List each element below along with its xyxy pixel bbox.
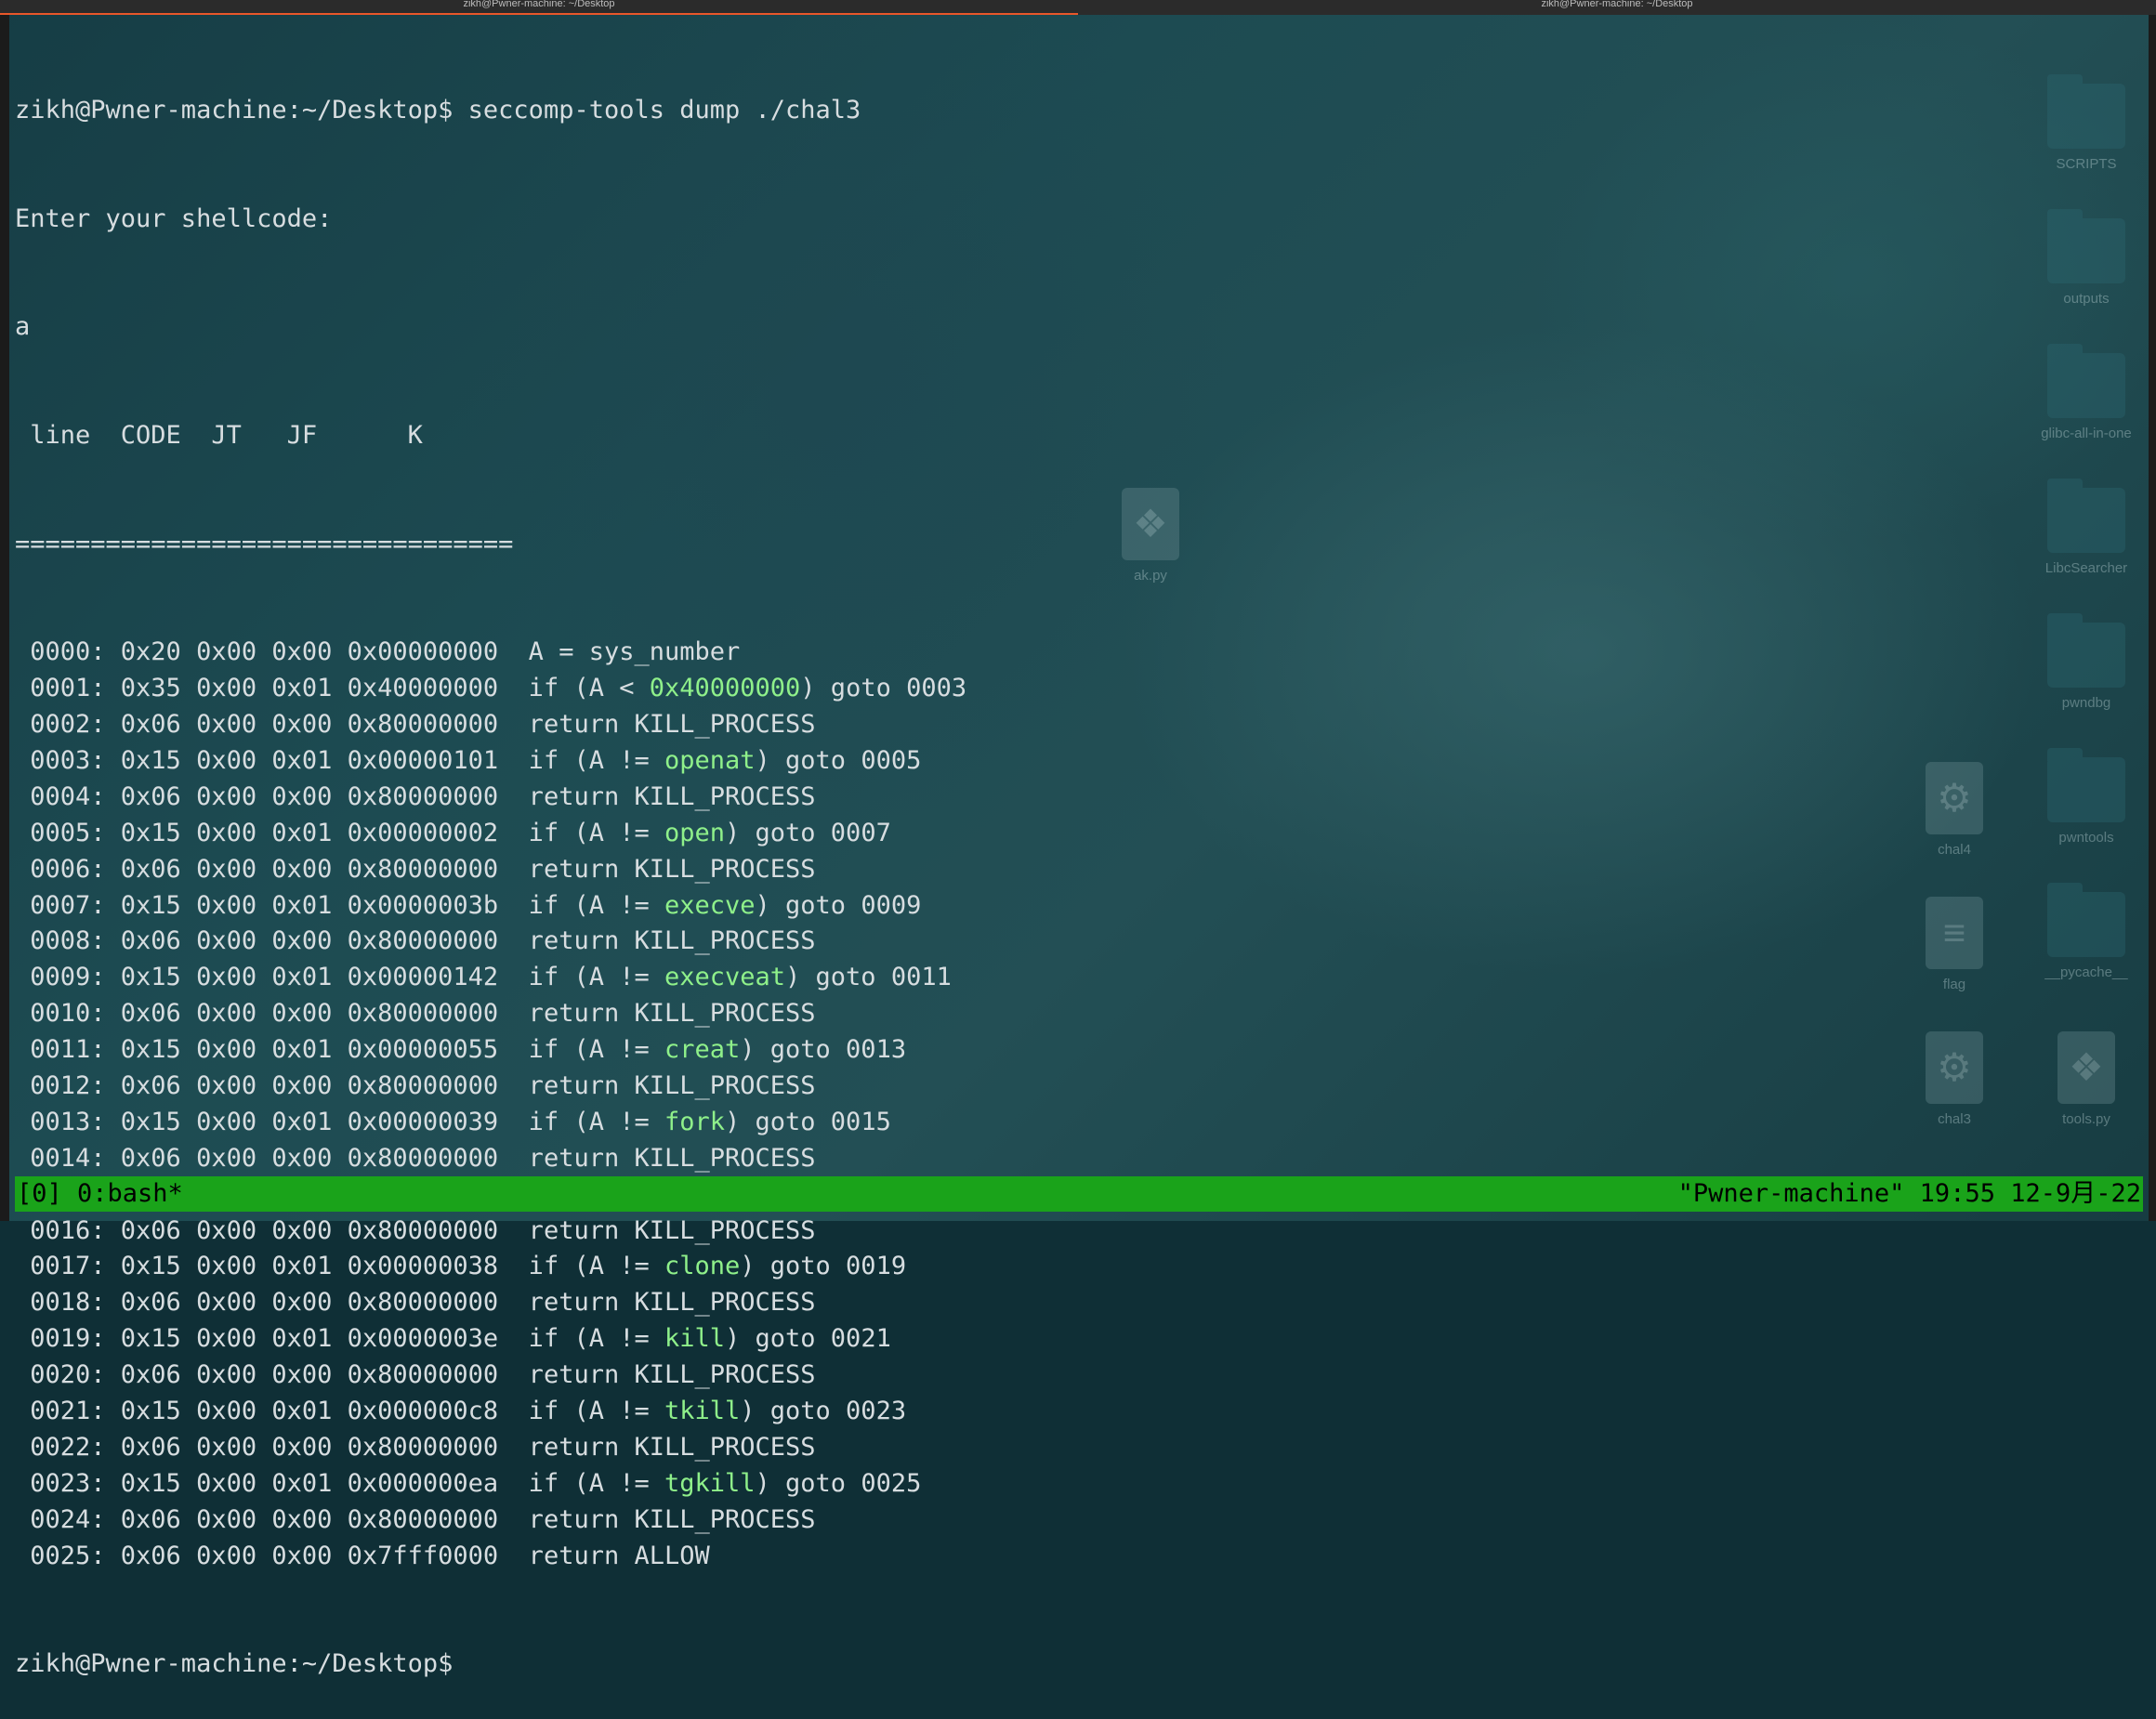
bpf-row-text: 0014: 0x06 0x00 0x00 0x80000000 return K… — [15, 1143, 816, 1173]
bpf-row-text: 0006: 0x06 0x00 0x00 0x80000000 return K… — [15, 854, 816, 884]
bpf-row: 0021: 0x15 0x00 0x01 0x000000c8 if (A !=… — [15, 1394, 2134, 1430]
terminal-tab-strip: zikh@Pwner-machine: ~/Desktop zikh@Pwner… — [0, 0, 2156, 15]
bpf-row-text: 0016: 0x06 0x00 0x00 0x80000000 return K… — [15, 1215, 816, 1245]
command-line: zikh@Pwner-machine:~/Desktop$ seccomp-to… — [15, 95, 861, 125]
bpf-row: 0005: 0x15 0x00 0x01 0x00000002 if (A !=… — [15, 816, 2134, 852]
syscall-highlight: execve — [664, 890, 756, 920]
bpf-row-text: 0011: 0x15 0x00 0x01 0x00000055 if (A != — [15, 1035, 664, 1065]
bpf-row: 0019: 0x15 0x00 0x01 0x0000003e if (A !=… — [15, 1321, 2134, 1358]
bpf-row-text: 0002: 0x06 0x00 0x00 0x80000000 return K… — [15, 710, 816, 740]
bpf-row-goto: ) goto 0019 — [740, 1252, 907, 1281]
bpf-row-text: 0018: 0x06 0x00 0x00 0x80000000 return K… — [15, 1288, 816, 1318]
bpf-row-text: 0022: 0x06 0x00 0x00 0x80000000 return K… — [15, 1432, 816, 1462]
bpf-row-text: 0024: 0x06 0x00 0x00 0x80000000 return K… — [15, 1504, 816, 1534]
bpf-row: 0014: 0x06 0x00 0x00 0x80000000 return K… — [15, 1141, 2134, 1177]
bpf-row: 0013: 0x15 0x00 0x01 0x00000039 if (A !=… — [15, 1105, 2134, 1141]
syscall-highlight: open — [664, 818, 726, 847]
terminal-tab-1[interactable]: zikh@Pwner-machine: ~/Desktop — [0, 0, 1078, 15]
bpf-row-text: 0007: 0x15 0x00 0x01 0x0000003b if (A != — [15, 890, 664, 920]
bpf-row-text: 0003: 0x15 0x00 0x01 0x00000101 if (A != — [15, 746, 664, 775]
tmux-status-bar: [0] 0:bash* "Pwner-machine" 19:55 12-9月-… — [15, 1176, 2143, 1212]
syscall-highlight: creat — [664, 1035, 741, 1065]
bpf-row-goto: ) goto 0025 — [755, 1468, 922, 1498]
terminal-tab-2[interactable]: zikh@Pwner-machine: ~/Desktop — [1078, 0, 2156, 15]
bpf-row-text: 0000: 0x20 0x00 0x00 0x00000000 A = sys_… — [15, 637, 741, 667]
bpf-row: 0024: 0x06 0x00 0x00 0x80000000 return K… — [15, 1502, 2134, 1539]
bpf-row-goto: ) goto 0009 — [755, 890, 922, 920]
window-left-border — [0, 15, 9, 1221]
syscall-highlight: tkill — [664, 1397, 741, 1426]
bpf-row: 0018: 0x06 0x00 0x00 0x80000000 return K… — [15, 1285, 2134, 1321]
bpf-row-text: 0020: 0x06 0x00 0x00 0x80000000 return K… — [15, 1360, 816, 1390]
bpf-row-goto: ) goto 0021 — [725, 1324, 891, 1354]
bpf-row: 0007: 0x15 0x00 0x01 0x0000003b if (A !=… — [15, 888, 2134, 925]
bpf-row: 0009: 0x15 0x00 0x01 0x00000142 if (A !=… — [15, 960, 2134, 996]
bpf-row-text: 0010: 0x06 0x00 0x00 0x80000000 return K… — [15, 999, 816, 1029]
bpf-row-text: 0023: 0x15 0x00 0x01 0x000000ea if (A != — [15, 1468, 664, 1498]
bpf-row: 0012: 0x06 0x00 0x00 0x80000000 return K… — [15, 1069, 2134, 1105]
bpf-row: 0016: 0x06 0x00 0x00 0x80000000 return K… — [15, 1214, 2134, 1250]
syscall-highlight: openat — [664, 746, 756, 775]
bpf-row: 0004: 0x06 0x00 0x00 0x80000000 return K… — [15, 780, 2134, 816]
bpf-row-text: 0004: 0x06 0x00 0x00 0x80000000 return K… — [15, 781, 816, 811]
syscall-highlight: kill — [664, 1324, 726, 1354]
bpf-row: 0020: 0x06 0x00 0x00 0x80000000 return K… — [15, 1358, 2134, 1394]
syscall-highlight: execveat — [664, 963, 786, 992]
bpf-row: 0017: 0x15 0x00 0x01 0x00000038 if (A !=… — [15, 1249, 2134, 1285]
syscall-highlight: tgkill — [664, 1468, 756, 1498]
bpf-row: 0003: 0x15 0x00 0x01 0x00000101 if (A !=… — [15, 743, 2134, 780]
tmux-host-clock: "Pwner-machine" 19:55 12-9月-22 — [1677, 1179, 2141, 1208]
syscall-highlight: 0x40000000 — [649, 674, 801, 703]
bpf-table-header: line CODE JT JF K — [15, 420, 423, 450]
bpf-row-goto: ) goto 0003 — [800, 674, 967, 703]
program-output-line: Enter your shellcode: — [15, 203, 333, 233]
bpf-row-text: 0021: 0x15 0x00 0x01 0x000000c8 if (A != — [15, 1397, 664, 1426]
bpf-row-goto: ) goto 0007 — [725, 818, 891, 847]
tmux-window-list[interactable]: [0] 0:bash* — [15, 1176, 185, 1212]
bpf-row: 0006: 0x06 0x00 0x00 0x80000000 return K… — [15, 852, 2134, 888]
window-right-border — [2149, 15, 2156, 1221]
tab-title: zikh@Pwner-machine: ~/Desktop — [1541, 0, 1693, 9]
bpf-row: 0023: 0x15 0x00 0x01 0x000000ea if (A !=… — [15, 1466, 2134, 1502]
bpf-row-text: 0001: 0x35 0x00 0x01 0x40000000 if (A < — [15, 674, 650, 703]
bpf-row: 0001: 0x35 0x00 0x01 0x40000000 if (A < … — [15, 671, 2134, 707]
bpf-row-goto: ) goto 0011 — [785, 963, 952, 992]
tab-title: zikh@Pwner-machine: ~/Desktop — [463, 0, 615, 9]
bpf-row-text: 0019: 0x15 0x00 0x01 0x0000003e if (A != — [15, 1324, 664, 1354]
bpf-row-goto: ) goto 0005 — [755, 746, 922, 775]
bpf-row: 0008: 0x06 0x00 0x00 0x80000000 return K… — [15, 924, 2134, 960]
bpf-table-separator: ================================= — [15, 529, 514, 558]
bpf-row: 0022: 0x06 0x00 0x00 0x80000000 return K… — [15, 1430, 2134, 1466]
bpf-row: 0000: 0x20 0x00 0x00 0x00000000 A = sys_… — [15, 635, 2134, 671]
bpf-rows: 0000: 0x20 0x00 0x00 0x00000000 A = sys_… — [15, 635, 2134, 1574]
bpf-row: 0011: 0x15 0x00 0x01 0x00000055 if (A !=… — [15, 1032, 2134, 1069]
bpf-row-text: 0008: 0x06 0x00 0x00 0x80000000 return K… — [15, 926, 816, 956]
bpf-row-text: 0005: 0x15 0x00 0x01 0x00000002 if (A != — [15, 818, 664, 847]
syscall-highlight: fork — [664, 1107, 726, 1136]
bpf-row: 0002: 0x06 0x00 0x00 0x80000000 return K… — [15, 707, 2134, 743]
bpf-row-text: 0017: 0x15 0x00 0x01 0x00000038 if (A != — [15, 1252, 664, 1281]
bpf-row-goto: ) goto 0013 — [740, 1035, 907, 1065]
terminal-output[interactable]: zikh@Pwner-machine:~/Desktop$ seccomp-to… — [15, 20, 2134, 1719]
program-output-line: a — [15, 312, 31, 342]
syscall-highlight: clone — [664, 1252, 741, 1281]
bpf-row-goto: ) goto 0015 — [725, 1107, 891, 1136]
bpf-row-text: 0009: 0x15 0x00 0x01 0x00000142 if (A != — [15, 963, 664, 992]
bpf-row: 0025: 0x06 0x00 0x00 0x7fff0000 return A… — [15, 1539, 2134, 1575]
bpf-row-text: 0013: 0x15 0x00 0x01 0x00000039 if (A != — [15, 1107, 664, 1136]
bpf-row: 0010: 0x06 0x00 0x00 0x80000000 return K… — [15, 996, 2134, 1032]
bpf-row-goto: ) goto 0023 — [740, 1397, 907, 1426]
bpf-row-text: 0012: 0x06 0x00 0x00 0x80000000 return K… — [15, 1071, 816, 1101]
bpf-row-text: 0025: 0x06 0x00 0x00 0x7fff0000 return A… — [15, 1541, 710, 1570]
shell-prompt[interactable]: zikh@Pwner-machine:~/Desktop$ — [15, 1647, 2134, 1683]
